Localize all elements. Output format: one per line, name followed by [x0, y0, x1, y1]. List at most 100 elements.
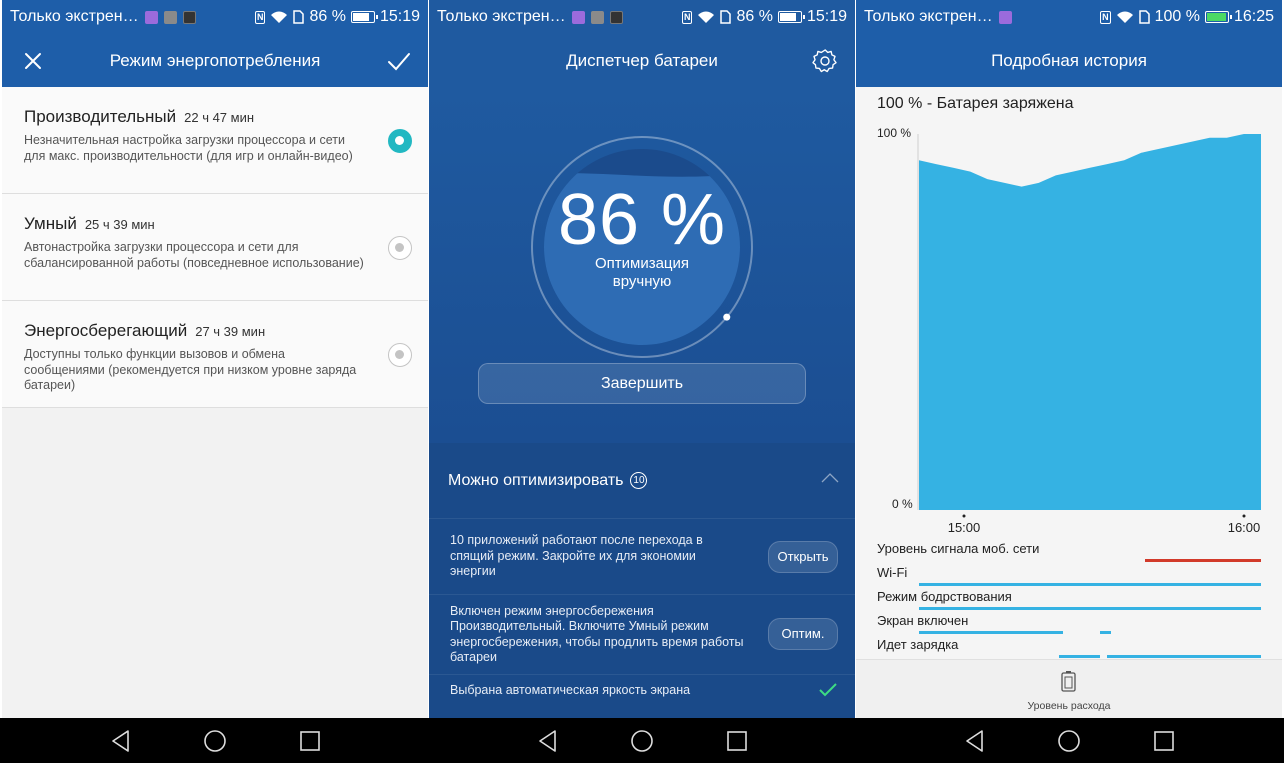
close-icon[interactable]: [20, 48, 46, 74]
optimize-title: Можно оптимизировать: [448, 471, 624, 489]
track-label: Wi-Fi: [877, 565, 908, 580]
mode-title: Умный: [24, 214, 77, 233]
title-bar: Диспетчер батареи: [429, 34, 855, 87]
gauge-status-line: Оптимизация: [594, 255, 690, 272]
track-label: Экран включен: [877, 613, 969, 628]
carrier-text: Только экстрен…: [10, 8, 139, 25]
wifi-icon: [271, 11, 288, 23]
optimize-item-text: Выбрана автоматическая яркость экрана: [450, 683, 691, 697]
image-notification-icon: [163, 10, 177, 24]
optimize-button[interactable]: Оптим.: [768, 618, 838, 650]
track-segment: [919, 631, 1063, 634]
track-segment: [1059, 655, 1101, 658]
back-icon[interactable]: [535, 728, 561, 754]
power-mode-list: Производительный 22 ч 47 мин Незначитель…: [2, 87, 428, 408]
nav-buttons: [856, 718, 1282, 763]
nav-buttons: [2, 718, 428, 763]
optimize-item: Включен режим энергосбережения Производи…: [429, 595, 855, 675]
back-icon[interactable]: [962, 728, 988, 754]
gauge-status-label: Оптимизация вручную: [429, 255, 855, 291]
battery-level-area: [919, 134, 1261, 510]
gauge-indicator-dot: [723, 313, 731, 321]
battery-percent: 86 %: [736, 8, 773, 25]
mode-power-saving[interactable]: Энергосберегающий 27 ч 39 мин Доступны т…: [2, 301, 428, 408]
done-check-icon: [819, 683, 837, 697]
mode-time: 27 ч 39 мин: [195, 324, 266, 339]
app-notification-icon: [571, 10, 585, 24]
status-bar: Только экстрен… N 86 % 15:19: [429, 0, 855, 34]
chevron-up-icon[interactable]: [821, 473, 839, 483]
app-notification-icon: [182, 10, 196, 24]
battery-icon: [350, 11, 378, 23]
nfc-icon: N: [681, 10, 693, 24]
clock: 16:25: [1233, 8, 1274, 25]
page-title: Режим энергопотребления: [109, 50, 321, 70]
carrier-text: Только экстрен…: [864, 8, 993, 25]
recents-icon[interactable]: [724, 728, 750, 754]
mode-time: 22 ч 47 мин: [184, 110, 255, 125]
battery-charging-icon: [1204, 11, 1232, 23]
track-segment: [919, 607, 1261, 610]
battery-usage-icon: [1061, 671, 1076, 692]
home-icon[interactable]: [1056, 728, 1082, 754]
x-tick-mark: [1242, 514, 1246, 518]
track-segment: [1100, 631, 1111, 634]
battery-manager-screen: Только экстрен… N 86 % 15:19 Диспетчер б…: [429, 0, 855, 763]
title-bar: Режим энергопотребления: [2, 34, 428, 87]
recents-icon[interactable]: [1151, 728, 1177, 754]
battery-history-chart: 100 % 0 % 15:00 16:00: [877, 126, 1261, 535]
confirm-check-icon[interactable]: [386, 48, 412, 74]
track-label: Уровень сигнала моб. сети: [877, 541, 1040, 556]
navigation-bar: [0, 718, 1284, 763]
optimize-count-badge: 10: [630, 472, 648, 489]
mode-description: Автонастройка загрузки процессора и сети…: [24, 240, 364, 270]
battery-percent: 86 %: [309, 8, 346, 25]
track-segment: [919, 583, 1261, 586]
battery-percent: 100 %: [1154, 8, 1200, 25]
optimize-item: 10 приложений работают после перехода в …: [429, 519, 855, 595]
optimize-item: Выбрана автоматическая яркость экрана: [429, 675, 855, 723]
track-segment: [1107, 655, 1261, 658]
mode-time: 25 ч 39 мин: [84, 217, 155, 232]
usage-level-button[interactable]: Уровень расхода: [856, 659, 1282, 718]
battery-icon: [777, 11, 805, 23]
wifi-icon: [698, 11, 715, 23]
battery-gauge-area: 86 % Оптимизация вручную Завершить: [429, 87, 855, 443]
sim-icon: [1138, 10, 1150, 24]
mode-radio[interactable]: [388, 129, 412, 153]
mode-radio[interactable]: [388, 236, 412, 260]
settings-gear-icon[interactable]: [812, 48, 838, 74]
battery-status-heading: 100 % - Батарея заряжена: [877, 95, 1074, 112]
usage-level-label: Уровень расхода: [1027, 700, 1111, 712]
gauge-status-line: вручную: [612, 273, 672, 290]
status-bar: Только экстрен… N 100 % 16:25: [856, 0, 1282, 34]
y-tick-label: 0 %: [892, 497, 913, 511]
app-notification-icon: [998, 10, 1012, 24]
home-icon[interactable]: [202, 728, 228, 754]
recents-icon[interactable]: [297, 728, 323, 754]
track-label: Идет зарядка: [877, 637, 959, 652]
mode-radio[interactable]: [388, 343, 412, 367]
battery-percent-large: 86 %: [557, 180, 727, 260]
home-icon[interactable]: [629, 728, 655, 754]
finish-button[interactable]: Завершить: [478, 363, 806, 404]
mode-performance[interactable]: Производительный 22 ч 47 мин Незначитель…: [2, 87, 428, 194]
app-notification-icon: [144, 10, 158, 24]
optimize-section: Можно оптимизировать 10 10 приложений ра…: [429, 443, 855, 723]
wifi-icon: [1116, 11, 1133, 23]
optimize-header[interactable]: Можно оптимизировать 10: [429, 443, 855, 519]
x-tick-label: 16:00: [1228, 520, 1261, 535]
open-button[interactable]: Открыть: [768, 541, 838, 573]
x-tick-mark: [962, 514, 966, 518]
x-tick-label: 15:00: [948, 520, 981, 535]
optimize-item-text: Включен режим энергосбережения Производи…: [450, 603, 744, 665]
optimize-item-text: 10 приложений работают после перехода в …: [450, 533, 703, 579]
clock: 15:19: [806, 8, 847, 25]
power-mode-screen: Только экстрен… N 86 % 15:19 Режим энерг…: [2, 0, 428, 763]
app-notification-icon: [609, 10, 623, 24]
back-icon[interactable]: [108, 728, 134, 754]
status-bar: Только экстрен… N 86 % 15:19: [2, 0, 428, 34]
mode-smart[interactable]: Умный 25 ч 39 мин Автонастройка загрузки…: [2, 194, 428, 301]
carrier-text: Только экстрен…: [437, 8, 566, 25]
sim-icon: [720, 10, 732, 24]
